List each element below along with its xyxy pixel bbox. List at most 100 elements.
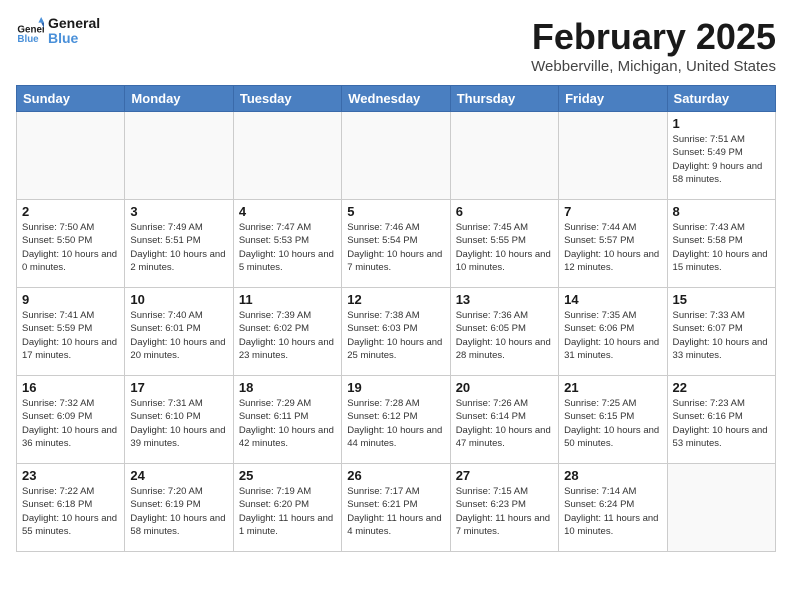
weekday-header: Wednesday [342,86,450,112]
day-number: 25 [239,468,336,483]
day-number: 22 [673,380,770,395]
day-number: 23 [22,468,119,483]
calendar-cell [450,112,558,200]
day-info: Sunrise: 7:35 AM Sunset: 6:06 PM Dayligh… [564,309,661,362]
day-info: Sunrise: 7:51 AM Sunset: 5:49 PM Dayligh… [673,133,770,186]
day-number: 10 [130,292,227,307]
calendar-cell: 12 Sunrise: 7:38 AM Sunset: 6:03 PM Dayli… [342,288,450,376]
calendar-cell: 9 Sunrise: 7:41 AM Sunset: 5:59 PM Daylig… [17,288,125,376]
day-info: Sunrise: 7:23 AM Sunset: 6:16 PM Dayligh… [673,397,770,450]
day-number: 20 [456,380,553,395]
calendar-cell: 3 Sunrise: 7:49 AM Sunset: 5:51 PM Daylig… [125,200,233,288]
day-info: Sunrise: 7:28 AM Sunset: 6:12 PM Dayligh… [347,397,444,450]
day-number: 14 [564,292,661,307]
day-info: Sunrise: 7:43 AM Sunset: 5:58 PM Dayligh… [673,221,770,274]
weekday-header: Friday [559,86,667,112]
day-number: 24 [130,468,227,483]
weekday-header-row: SundayMondayTuesdayWednesdayThursdayFrid… [17,86,776,112]
week-row: 1 Sunrise: 7:51 AM Sunset: 5:49 PM Daylig… [17,112,776,200]
logo-icon: General Blue [16,17,44,45]
day-info: Sunrise: 7:25 AM Sunset: 6:15 PM Dayligh… [564,397,661,450]
week-row: 23 Sunrise: 7:22 AM Sunset: 6:18 PM Dayli… [17,464,776,552]
calendar-cell [125,112,233,200]
calendar-cell: 23 Sunrise: 7:22 AM Sunset: 6:18 PM Dayli… [17,464,125,552]
calendar-cell: 1 Sunrise: 7:51 AM Sunset: 5:49 PM Daylig… [667,112,775,200]
day-info: Sunrise: 7:47 AM Sunset: 5:53 PM Dayligh… [239,221,336,274]
weekday-header: Sunday [17,86,125,112]
day-info: Sunrise: 7:40 AM Sunset: 6:01 PM Dayligh… [130,309,227,362]
logo: General Blue General Blue [16,16,100,47]
calendar-cell: 17 Sunrise: 7:31 AM Sunset: 6:10 PM Dayli… [125,376,233,464]
day-info: Sunrise: 7:49 AM Sunset: 5:51 PM Dayligh… [130,221,227,274]
day-info: Sunrise: 7:14 AM Sunset: 6:24 PM Dayligh… [564,485,661,538]
day-info: Sunrise: 7:20 AM Sunset: 6:19 PM Dayligh… [130,485,227,538]
logo-blue: Blue [48,31,100,46]
calendar-cell: 4 Sunrise: 7:47 AM Sunset: 5:53 PM Daylig… [233,200,341,288]
week-row: 9 Sunrise: 7:41 AM Sunset: 5:59 PM Daylig… [17,288,776,376]
calendar-cell: 6 Sunrise: 7:45 AM Sunset: 5:55 PM Daylig… [450,200,558,288]
day-info: Sunrise: 7:39 AM Sunset: 6:02 PM Dayligh… [239,309,336,362]
calendar-cell: 5Sunrise: 7:46 AM Sunset: 5:54 PM Daylig… [342,200,450,288]
calendar-cell: 27 Sunrise: 7:15 AM Sunset: 6:23 PM Dayli… [450,464,558,552]
calendar-title: February 2025 [531,16,776,58]
day-info: Sunrise: 7:50 AM Sunset: 5:50 PM Dayligh… [22,221,119,274]
day-info: Sunrise: 7:22 AM Sunset: 6:18 PM Dayligh… [22,485,119,538]
day-number: 28 [564,468,661,483]
day-info: Sunrise: 7:26 AM Sunset: 6:14 PM Dayligh… [456,397,553,450]
day-number: 8 [673,204,770,219]
day-number: 17 [130,380,227,395]
day-number: 15 [673,292,770,307]
calendar-cell: 19Sunrise: 7:28 AM Sunset: 6:12 PM Dayli… [342,376,450,464]
calendar-cell [342,112,450,200]
calendar-cell: 20 Sunrise: 7:26 AM Sunset: 6:14 PM Dayli… [450,376,558,464]
day-number: 7 [564,204,661,219]
calendar-cell: 10 Sunrise: 7:40 AM Sunset: 6:01 PM Dayli… [125,288,233,376]
calendar-cell: 11 Sunrise: 7:39 AM Sunset: 6:02 PM Dayli… [233,288,341,376]
logo-general: General [48,16,100,31]
day-number: 3 [130,204,227,219]
week-row: 16Sunrise: 7:32 AM Sunset: 6:09 PM Dayli… [17,376,776,464]
day-number: 13 [456,292,553,307]
calendar-cell: 8 Sunrise: 7:43 AM Sunset: 5:58 PM Daylig… [667,200,775,288]
calendar-cell [559,112,667,200]
day-info: Sunrise: 7:41 AM Sunset: 5:59 PM Dayligh… [22,309,119,362]
day-info: Sunrise: 7:45 AM Sunset: 5:55 PM Dayligh… [456,221,553,274]
calendar-cell: 13 Sunrise: 7:36 AM Sunset: 6:05 PM Dayli… [450,288,558,376]
day-info: Sunrise: 7:29 AM Sunset: 6:11 PM Dayligh… [239,397,336,450]
weekday-header: Tuesday [233,86,341,112]
calendar-cell: 14 Sunrise: 7:35 AM Sunset: 6:06 PM Dayli… [559,288,667,376]
day-number: 9 [22,292,119,307]
calendar-cell: 24 Sunrise: 7:20 AM Sunset: 6:19 PM Dayli… [125,464,233,552]
calendar-table: SundayMondayTuesdayWednesdayThursdayFrid… [16,85,776,552]
day-number: 12 [347,292,444,307]
calendar-cell [17,112,125,200]
day-info: Sunrise: 7:36 AM Sunset: 6:05 PM Dayligh… [456,309,553,362]
day-info: Sunrise: 7:38 AM Sunset: 6:03 PM Dayligh… [347,309,444,362]
day-number: 1 [673,116,770,131]
calendar-cell: 22 Sunrise: 7:23 AM Sunset: 6:16 PM Dayli… [667,376,775,464]
calendar-cell: 26Sunrise: 7:17 AM Sunset: 6:21 PM Dayli… [342,464,450,552]
calendar-cell: 18 Sunrise: 7:29 AM Sunset: 6:11 PM Dayli… [233,376,341,464]
weekday-header: Saturday [667,86,775,112]
day-info: Sunrise: 7:31 AM Sunset: 6:10 PM Dayligh… [130,397,227,450]
title-block: February 2025 Webberville, Michigan, Uni… [531,16,776,75]
day-number: 27 [456,468,553,483]
day-info: Sunrise: 7:17 AM Sunset: 6:21 PM Dayligh… [347,485,444,538]
svg-text:Blue: Blue [17,35,39,46]
weekday-header: Thursday [450,86,558,112]
calendar-cell: 28 Sunrise: 7:14 AM Sunset: 6:24 PM Dayli… [559,464,667,552]
day-info: Sunrise: 7:44 AM Sunset: 5:57 PM Dayligh… [564,221,661,274]
page-header: General Blue General Blue February 2025 … [16,16,776,75]
calendar-cell [667,464,775,552]
day-number: 18 [239,380,336,395]
calendar-cell: 21Sunrise: 7:25 AM Sunset: 6:15 PM Dayli… [559,376,667,464]
calendar-cell: 25Sunrise: 7:19 AM Sunset: 6:20 PM Dayli… [233,464,341,552]
week-row: 2 Sunrise: 7:50 AM Sunset: 5:50 PM Daylig… [17,200,776,288]
day-number: 6 [456,204,553,219]
calendar-cell [233,112,341,200]
day-info: Sunrise: 7:15 AM Sunset: 6:23 PM Dayligh… [456,485,553,538]
day-number: 11 [239,292,336,307]
day-number: 2 [22,204,119,219]
day-number: 4 [239,204,336,219]
calendar-cell: 16Sunrise: 7:32 AM Sunset: 6:09 PM Dayli… [17,376,125,464]
